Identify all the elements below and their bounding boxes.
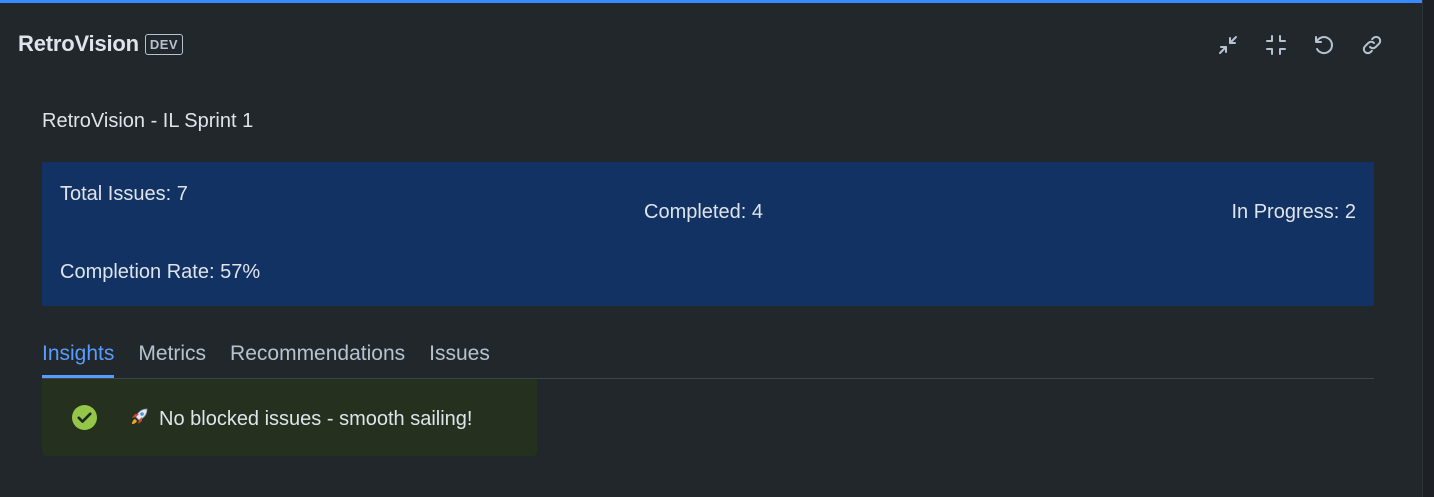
env-badge: DEV [144, 33, 184, 55]
compress-button[interactable] [1260, 29, 1292, 61]
tab-bar: Insights Metrics Recommendations Issues [42, 339, 1374, 379]
insight-text-wrapper: No blocked issues - smooth sailing! [127, 405, 472, 431]
tab-issues[interactable]: Issues [429, 339, 490, 378]
in-progress-stat: In Progress: 2 [1231, 201, 1356, 223]
retrovision-panel: RetroVision DEV RetroVision - IL Sprint … [0, 0, 1422, 497]
rocket-icon [132, 408, 148, 424]
tab-recommendations[interactable]: Recommendations [230, 339, 405, 378]
header: RetroVision DEV [18, 29, 184, 59]
tab-insights[interactable]: Insights [42, 339, 115, 378]
header-actions [1212, 29, 1388, 61]
tab-metrics[interactable]: Metrics [138, 339, 206, 378]
refresh-icon [1315, 36, 1333, 55]
sprint-title: RetroVision - IL Sprint 1 [42, 110, 254, 132]
link-icon [1362, 35, 1382, 55]
insight-text: No blocked issues - smooth sailing! [159, 407, 473, 430]
minimize-arrows-icon [1219, 36, 1237, 54]
app-title: RetroVision [18, 31, 139, 56]
refresh-button[interactable] [1308, 29, 1340, 61]
scrollbar-gutter[interactable] [1422, 0, 1434, 497]
total-issues-stat: Total Issues: 7 [60, 183, 188, 205]
completed-stat: Completed: 4 [644, 201, 763, 223]
collapse-button[interactable] [1212, 29, 1244, 61]
sprint-summary-card: Total Issues: 7 Completed: 4 In Progress… [42, 162, 1374, 306]
shrink-icon [1266, 35, 1286, 55]
check-circle-icon [72, 405, 97, 430]
insight-success-message: No blocked issues - smooth sailing! [42, 379, 537, 456]
completion-rate-stat: Completion Rate: 57% [60, 261, 261, 283]
copy-link-button[interactable] [1356, 29, 1388, 61]
